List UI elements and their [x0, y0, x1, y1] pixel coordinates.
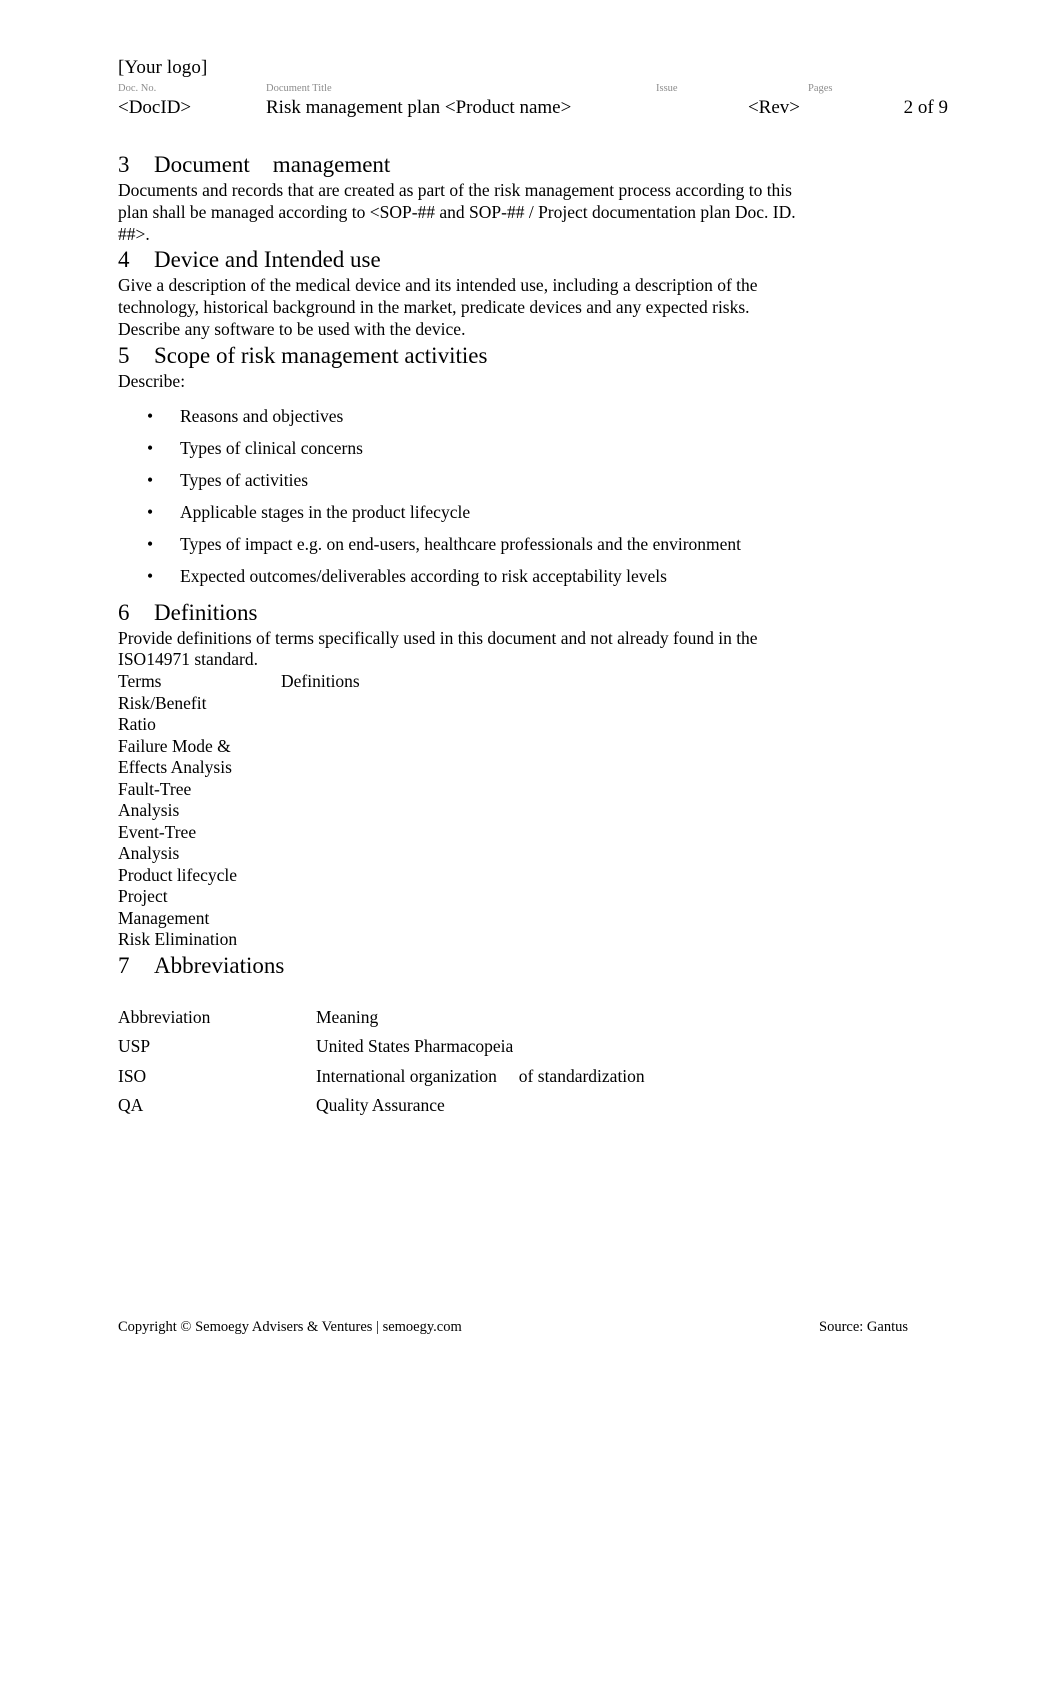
bullet-icon: •	[147, 437, 154, 458]
footer-copyright: Copyright © Semoegy Advisers & Ventures …	[118, 1319, 462, 1335]
heading-text-3: Document management	[154, 152, 391, 177]
paragraph-document-management: Documents and records that are created a…	[118, 180, 796, 244]
table-row: Fault-Tree Analysis	[118, 779, 908, 822]
table-header-row: Terms Definitions	[118, 671, 908, 693]
header-field-pages: Pages 2 of 9	[808, 82, 948, 121]
heading-abbreviations: 7 Abbreviations	[118, 951, 908, 981]
abbreviations-table: Abbreviation Meaning USP United States P…	[118, 1003, 908, 1121]
cell-definition	[281, 929, 908, 951]
table-row: Risk Elimination	[118, 929, 908, 951]
table-row: Product lifecycle	[118, 865, 908, 887]
heading-number-6: 6	[118, 599, 130, 625]
bullet-icon: •	[147, 405, 154, 426]
header-value-document-title: Risk management plan <Product name>	[266, 97, 572, 118]
cell-term: Project Management	[118, 886, 210, 928]
table-row: Risk/Benefit Ratio	[118, 693, 908, 736]
table-row: Event-Tree Analysis	[118, 822, 908, 865]
bullet-icon: •	[147, 565, 154, 586]
header-field-issue: Issue <Rev>	[656, 82, 808, 121]
paragraph-device-intended-use: Give a description of the medical device…	[118, 275, 758, 339]
paragraph-definitions: Provide definitions of terms specificall…	[118, 627, 758, 670]
heading-definitions: 6 Definitions	[118, 598, 908, 628]
bullet-icon: •	[147, 501, 154, 522]
column-header-terms: Terms	[118, 671, 162, 692]
heading-text-5: Scope of risk management activities	[154, 342, 488, 368]
table-row: Project Management	[118, 886, 908, 929]
cell-abbreviation: ISO	[118, 1065, 147, 1086]
header-label-doc-no: Doc. No.	[118, 83, 157, 94]
heading-scope: 5 Scope of risk management activities	[118, 341, 908, 371]
header-value-issue: <Rev>	[747, 97, 800, 118]
table-header-row: Abbreviation Meaning	[118, 1003, 908, 1033]
logo-placeholder: [Your logo]	[118, 57, 208, 78]
cell-term: Risk/Benefit Ratio	[118, 692, 207, 735]
list-item: • Types of activities	[118, 470, 908, 491]
header-field-document-title: Document Title Risk management plan <Pro…	[266, 82, 656, 121]
bullet-icon: •	[147, 469, 154, 490]
footer-source: Source: Gantus	[819, 1319, 908, 1335]
cell-definition	[281, 865, 908, 887]
cell-term: Product lifecycle	[118, 864, 238, 885]
column-header-definitions: Definitions	[281, 671, 360, 692]
list-item-label: Types of clinical concerns	[180, 437, 363, 458]
list-item-label: Expected outcomes/deliverables according…	[180, 565, 667, 586]
document-header: [Your logo] Doc. No. <DocID> Document Ti…	[118, 56, 948, 121]
table-row: USP United States Pharmacopeia	[118, 1032, 908, 1062]
list-item: • Reasons and objectives	[118, 406, 908, 427]
column-header-abbreviation: Abbreviation	[118, 1006, 211, 1027]
header-value-pages: 2 of 9	[903, 97, 948, 118]
heading-device-intended-use: 4 Device and Intended use	[118, 245, 908, 275]
list-item-label: Applicable stages in the product lifecyc…	[180, 501, 471, 522]
table-row: QA Quality Assurance	[118, 1091, 908, 1121]
cell-term: Fault-Tree Analysis	[118, 778, 192, 821]
table-row: Failure Mode & Effects Analysis	[118, 736, 908, 779]
header-field-doc-no: Doc. No. <DocID>	[118, 82, 266, 121]
heading-document-management: 3 Document management	[118, 150, 908, 180]
cell-abbreviation: QA	[118, 1095, 144, 1116]
document-footer: Copyright © Semoegy Advisers & Ventures …	[118, 1318, 908, 1337]
list-item-label: Types of impact e.g. on end-users, healt…	[180, 533, 742, 554]
document-body: 3 Document management Documents and reco…	[118, 150, 908, 1121]
document-page: [Your logo] Doc. No. <DocID> Document Ti…	[0, 0, 1062, 1689]
list-item-label: Reasons and objectives	[180, 405, 344, 426]
header-fields: Doc. No. <DocID> Document Title Risk man…	[118, 82, 948, 121]
column-header-meaning: Meaning	[316, 1006, 379, 1027]
header-label-issue: Issue	[656, 83, 678, 94]
list-item: • Expected outcomes/deliverables accordi…	[118, 566, 908, 587]
cell-abbreviation: USP	[118, 1036, 151, 1057]
definitions-table: Terms Definitions Risk/Benefit Ratio Fai…	[118, 671, 908, 951]
cell-meaning: International organization of standardiz…	[316, 1065, 645, 1086]
cell-meaning: Quality Assurance	[316, 1095, 445, 1116]
heading-text-7: Abbreviations	[154, 952, 285, 978]
table-row: ISO International organization of standa…	[118, 1062, 908, 1092]
heading-number-4: 4	[118, 247, 130, 273]
paragraph-scope-lead-in: Describe:	[118, 370, 186, 391]
header-label-document-title: Document Title	[266, 83, 332, 94]
list-item: • Types of clinical concerns	[118, 438, 908, 459]
heading-text-6: Definitions	[154, 599, 258, 625]
cell-meaning: United States Pharmacopeia	[316, 1036, 514, 1057]
cell-definition	[281, 736, 908, 779]
cell-definition	[281, 822, 908, 865]
list-item-label: Types of activities	[180, 469, 309, 490]
cell-term: Failure Mode & Effects Analysis	[118, 735, 232, 778]
cell-definition	[281, 886, 908, 929]
header-value-doc-no: <DocID>	[118, 97, 192, 118]
heading-text-4: Device and Intended use	[154, 247, 381, 273]
scope-bullet-list: • Reasons and objectives • Types of clin…	[118, 406, 908, 587]
cell-term: Event-Tree Analysis	[118, 821, 197, 864]
list-item: • Applicable stages in the product lifec…	[118, 502, 908, 523]
heading-number-7: 7	[118, 952, 130, 978]
cell-term: Risk Elimination	[118, 929, 238, 950]
list-item: • Types of impact e.g. on end-users, hea…	[118, 534, 908, 555]
bullet-icon: •	[147, 533, 154, 554]
heading-number-3: 3	[118, 152, 130, 177]
header-label-pages: Pages	[808, 83, 833, 94]
heading-number-5: 5	[118, 342, 130, 368]
cell-definition	[281, 693, 908, 736]
cell-definition	[281, 779, 908, 822]
